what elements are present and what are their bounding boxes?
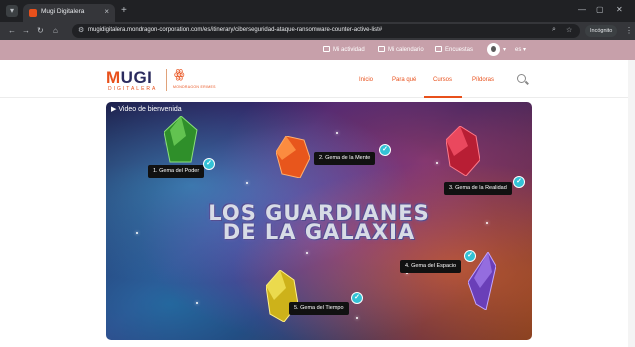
gem-label-power[interactable]: 1. Gema del Poder <box>148 165 205 178</box>
maximize-icon[interactable]: ▢ <box>596 5 604 14</box>
mondragon-emblem-icon: ꙮ <box>174 67 185 81</box>
nav-inicio[interactable]: Inicio <box>359 77 373 83</box>
gem-label-time[interactable]: 5. Gema del Tiempo <box>289 302 349 315</box>
browser-tab[interactable]: Mugi Digitalera × <box>23 4 115 22</box>
activity-icon <box>323 46 330 52</box>
close-window-icon[interactable]: ✕ <box>616 5 623 14</box>
zoom-icon[interactable]: ⌕ <box>552 26 556 34</box>
bookmark-star-icon[interactable]: ☆ <box>566 26 572 34</box>
avatar-chevron-down-icon[interactable]: ▾ <box>503 46 506 53</box>
star <box>196 302 198 304</box>
language-label: es <box>515 47 522 53</box>
play-icon[interactable]: ▶ <box>111 106 116 113</box>
browser-toolbar: ← → ↻ ⌂ ⚙ mugidigitalera.mondragon-corpo… <box>0 22 635 40</box>
reality-gem-icon[interactable] <box>446 126 480 176</box>
tab-close-icon[interactable]: × <box>104 7 109 16</box>
tab-search-button[interactable]: ▾ <box>6 5 18 17</box>
back-arrow-icon[interactable]: ← <box>8 25 16 37</box>
home-icon[interactable]: ⌂ <box>53 25 58 37</box>
surveys-icon <box>435 46 442 52</box>
my-activity-label: Mi actividad <box>333 47 365 53</box>
my-calendar-label: Mi calendario <box>388 47 424 53</box>
reload-icon[interactable]: ↻ <box>37 25 44 37</box>
browser-menu-icon[interactable]: ⋮ <box>625 25 633 37</box>
language-selector[interactable]: es ▾ <box>515 46 526 53</box>
site-user-bar: Mi actividad Mi calendario Encuestas ▾ e… <box>0 40 635 60</box>
nav-pildoras[interactable]: Píldoras <box>472 77 494 83</box>
mind-gem-icon[interactable] <box>276 136 310 178</box>
star <box>246 182 248 184</box>
site-favicon-icon <box>29 9 37 17</box>
user-avatar[interactable] <box>487 43 500 56</box>
logo-tagline: MONDRAGON ERIMES <box>173 85 216 89</box>
url-text: mugidigitalera.mondragon-corporation.com… <box>88 27 383 33</box>
my-activity-link[interactable]: Mi actividad <box>323 46 365 53</box>
my-calendar-link[interactable]: Mi calendario <box>378 46 424 53</box>
minimize-icon[interactable]: — <box>578 5 586 14</box>
incognito-badge[interactable]: Incógnito <box>585 25 618 37</box>
completed-check-icon: ✓ <box>464 250 476 262</box>
nav-cursos[interactable]: Cursos <box>433 77 452 83</box>
site-info-icon[interactable]: ⚙ <box>78 26 84 34</box>
star <box>336 132 338 134</box>
tab-title: Mugi Digitalera <box>41 8 85 15</box>
page-scrollbar[interactable] <box>628 60 635 347</box>
logo-subtitle: DIGITALERA <box>108 86 158 92</box>
video-label: ▶ Video de bienvenida <box>111 106 182 113</box>
completed-check-icon: ✓ <box>351 292 363 304</box>
logo-divider <box>166 69 167 91</box>
surveys-label: Encuestas <box>445 47 474 53</box>
welcome-video[interactable]: ▶ Video de bienvenida LOS GUARDIANES DE … <box>106 102 532 340</box>
forward-arrow-icon[interactable]: → <box>22 25 30 37</box>
completed-check-icon: ✓ <box>513 176 525 188</box>
power-gem-icon[interactable] <box>164 116 198 164</box>
gem-label-space[interactable]: 4. Gema del Espacio <box>400 260 462 273</box>
gem-label-mind[interactable]: 2. Gema de la Mente <box>314 152 376 165</box>
gem-label-reality[interactable]: 3. Gema de la Realidad <box>444 182 512 195</box>
surveys-link[interactable]: Encuestas <box>435 46 473 53</box>
star <box>356 317 358 319</box>
nav-para-que[interactable]: Para qué <box>392 77 416 83</box>
mugi-logo[interactable]: MUGI <box>106 68 152 88</box>
new-tab-button[interactable]: + <box>121 5 127 17</box>
nav-active-indicator <box>424 96 462 98</box>
incognito-label: Incógnito <box>590 28 613 34</box>
star <box>436 162 438 164</box>
completed-check-icon: ✓ <box>379 144 391 156</box>
address-bar[interactable]: ⚙ mugidigitalera.mondragon-corporation.c… <box>72 24 580 38</box>
browser-tab-bar: ▾ Mugi Digitalera × + — ▢ ✕ <box>0 0 635 22</box>
star <box>306 252 308 254</box>
calendar-icon <box>378 46 385 52</box>
video-headline-line-2: DE LA GALAXIA <box>222 220 416 244</box>
site-header <box>0 60 635 98</box>
completed-check-icon: ✓ <box>203 158 215 170</box>
search-icon[interactable] <box>517 74 526 83</box>
